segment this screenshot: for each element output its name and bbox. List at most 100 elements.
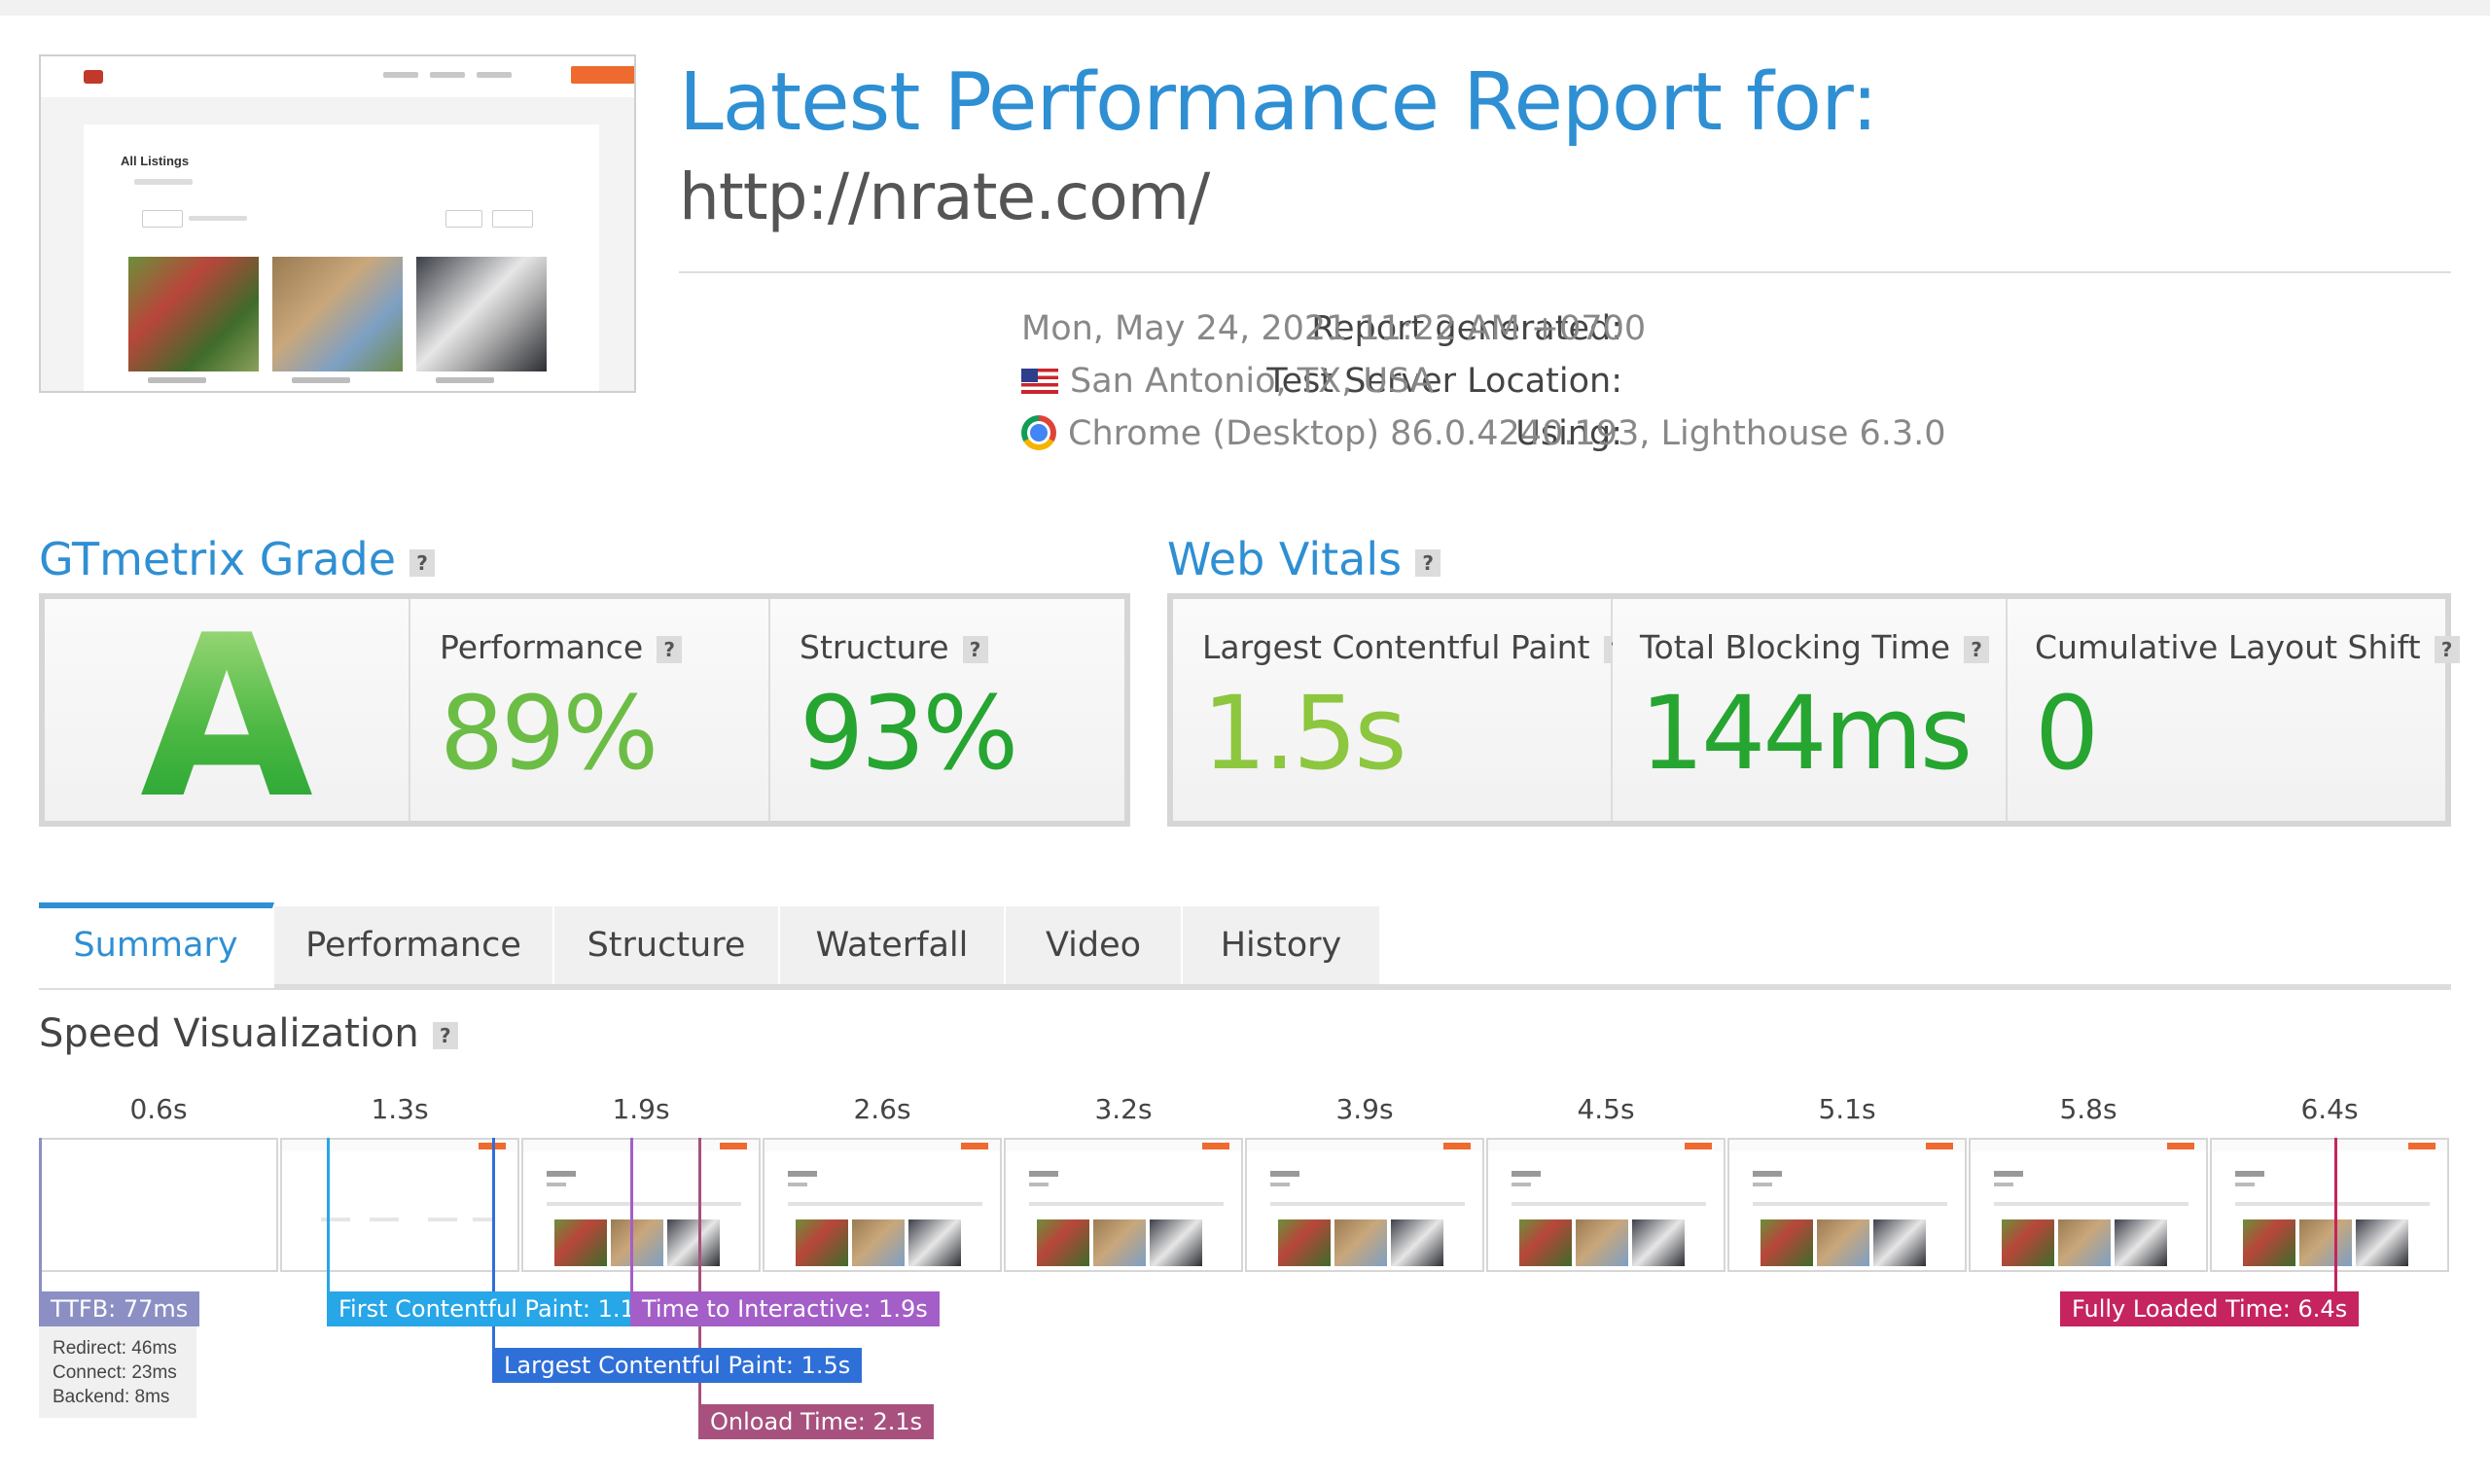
frame-image xyxy=(554,1219,607,1266)
filmstrip-frame[interactable] xyxy=(763,1138,1002,1272)
help-icon[interactable]: ? xyxy=(657,635,683,663)
ttfb-marker-line xyxy=(39,1138,42,1293)
thumbnail-view-chip xyxy=(445,210,482,228)
frame-time-label: 5.1s xyxy=(1818,1093,1876,1125)
frame-nav xyxy=(523,1140,759,1151)
frame-row xyxy=(788,1202,982,1206)
frame-time-label: 5.8s xyxy=(2059,1093,2117,1125)
meta-value: Chrome (Desktop) 86.0.4240.193, Lighthou… xyxy=(1021,414,1946,453)
frame-subtitle xyxy=(1994,1183,2013,1186)
gtmetrix-grade-title-text: GTmetrix Grade xyxy=(39,533,397,585)
frame-image xyxy=(2058,1219,2111,1266)
frame-time-label: 2.6s xyxy=(853,1093,911,1125)
frame-button xyxy=(2167,1143,2194,1149)
report-generated-value: Mon, May 24, 2021 11:22 AM +0700 xyxy=(1021,309,1647,348)
frame-title xyxy=(2235,1171,2264,1177)
page-screenshot-thumbnail[interactable]: All Listings xyxy=(39,54,636,393)
frame-title xyxy=(1994,1171,2023,1177)
frame-title xyxy=(788,1171,817,1177)
frame-line xyxy=(428,1218,457,1221)
lcp-value: 1.5s xyxy=(1202,674,1407,793)
help-icon[interactable]: ? xyxy=(409,548,436,577)
tbt-label-text: Total Blocking Time xyxy=(1640,628,1951,666)
frame-title xyxy=(1270,1171,1299,1177)
thumbnail-tab-bar xyxy=(134,179,193,185)
meta-value: San Antonio, TX, USA xyxy=(1021,362,1434,401)
filmstrip-frame[interactable] xyxy=(1245,1138,1484,1272)
frame-nav xyxy=(765,1140,1000,1151)
tab-history[interactable]: History xyxy=(1183,906,1381,984)
report-tabs: Summary Performance Structure Waterfall … xyxy=(39,902,2451,988)
tab-structure[interactable]: Structure xyxy=(554,906,780,984)
thumbnail-listing-caption xyxy=(148,377,206,383)
filmstrip-frame[interactable] xyxy=(1727,1138,1967,1272)
structure-score: 93% xyxy=(800,674,1018,793)
ttfb-label: TTFB: 77ms xyxy=(39,1291,200,1326)
help-icon[interactable]: ? xyxy=(962,635,988,663)
tab-summary[interactable]: Summary xyxy=(39,902,274,988)
frame-subtitle xyxy=(1270,1183,1290,1186)
frame-time-label: 1.9s xyxy=(612,1093,670,1125)
report-url[interactable]: http://nrate.com/ xyxy=(679,159,1210,234)
filmstrip-frame[interactable] xyxy=(280,1138,519,1272)
tab-video[interactable]: Video xyxy=(1006,906,1183,984)
frame-time-label: 0.6s xyxy=(129,1093,188,1125)
performance-label-text: Performance xyxy=(440,628,644,666)
top-bar xyxy=(0,0,2490,16)
frame-image xyxy=(2115,1219,2167,1266)
frame-image xyxy=(796,1219,848,1266)
frame-image xyxy=(1632,1219,1685,1266)
filmstrip-frame[interactable] xyxy=(1004,1138,1243,1272)
frame-nav xyxy=(282,1140,517,1151)
frame-title xyxy=(547,1171,576,1177)
frame-image xyxy=(1519,1219,1572,1266)
ttfb-breakdown: Redirect: 46ms Connect: 23ms Backend: 8m… xyxy=(39,1326,196,1418)
filmstrip-frame[interactable] xyxy=(1969,1138,2208,1272)
frame-button xyxy=(1443,1143,1471,1149)
us-flag-icon xyxy=(1021,369,1058,394)
help-icon[interactable]: ? xyxy=(1964,635,1990,663)
frame-row xyxy=(1270,1202,1465,1206)
grade-letter: A xyxy=(45,607,409,830)
onload-label: Onload Time: 2.1s xyxy=(698,1404,935,1439)
help-icon[interactable]: ? xyxy=(2434,635,2460,663)
frame-image xyxy=(1150,1219,1202,1266)
frame-button xyxy=(1926,1143,1953,1149)
thumbnail-nav-text xyxy=(383,72,418,78)
frame-nav xyxy=(1247,1140,1482,1151)
frame-image xyxy=(852,1219,905,1266)
filmstrip-frame[interactable] xyxy=(521,1138,761,1272)
tab-waterfall[interactable]: Waterfall xyxy=(780,906,1006,984)
frame-nav xyxy=(1971,1140,2206,1151)
filmstrip-frame[interactable] xyxy=(39,1138,278,1272)
tti-label: Time to Interactive: 1.9s xyxy=(630,1291,940,1326)
cls-value: 0 xyxy=(2035,674,2099,793)
thumbnail-filter-text xyxy=(189,216,247,221)
lcp-cell: Largest Contentful Paint? 1.5s xyxy=(1173,599,1629,821)
filmstrip-frame[interactable] xyxy=(1486,1138,1725,1272)
frame-subtitle xyxy=(788,1183,807,1186)
frame-button xyxy=(2408,1143,2436,1149)
frame-time-label: 3.2s xyxy=(1094,1093,1153,1125)
thumbnail-nav-text xyxy=(477,72,512,78)
server-location-value: San Antonio, TX, USA xyxy=(1070,362,1434,401)
help-icon[interactable]: ? xyxy=(1415,548,1441,577)
frame-button xyxy=(720,1143,747,1149)
performance-score: 89% xyxy=(440,674,658,793)
frame-row xyxy=(1512,1202,1706,1206)
thumbnail-navbar xyxy=(41,56,634,97)
frame-button xyxy=(1202,1143,1229,1149)
frame-time-label: 3.9s xyxy=(1335,1093,1394,1125)
filmstrip-frame[interactable] xyxy=(2210,1138,2449,1272)
help-icon[interactable]: ? xyxy=(432,1022,458,1049)
tbt-label: Total Blocking Time? xyxy=(1640,628,1990,666)
structure-label: Structure? xyxy=(800,628,988,666)
web-vitals-title: Web Vitals? xyxy=(1167,533,1441,585)
tab-performance[interactable]: Performance xyxy=(274,906,554,984)
frame-image xyxy=(1873,1219,1926,1266)
cls-label: Cumulative Layout Shift? xyxy=(2035,628,2460,666)
fcp-marker-line xyxy=(327,1138,330,1293)
fully-loaded-marker-line xyxy=(2334,1138,2337,1293)
frame-row xyxy=(1029,1202,1224,1206)
tti-marker-line xyxy=(630,1138,633,1293)
